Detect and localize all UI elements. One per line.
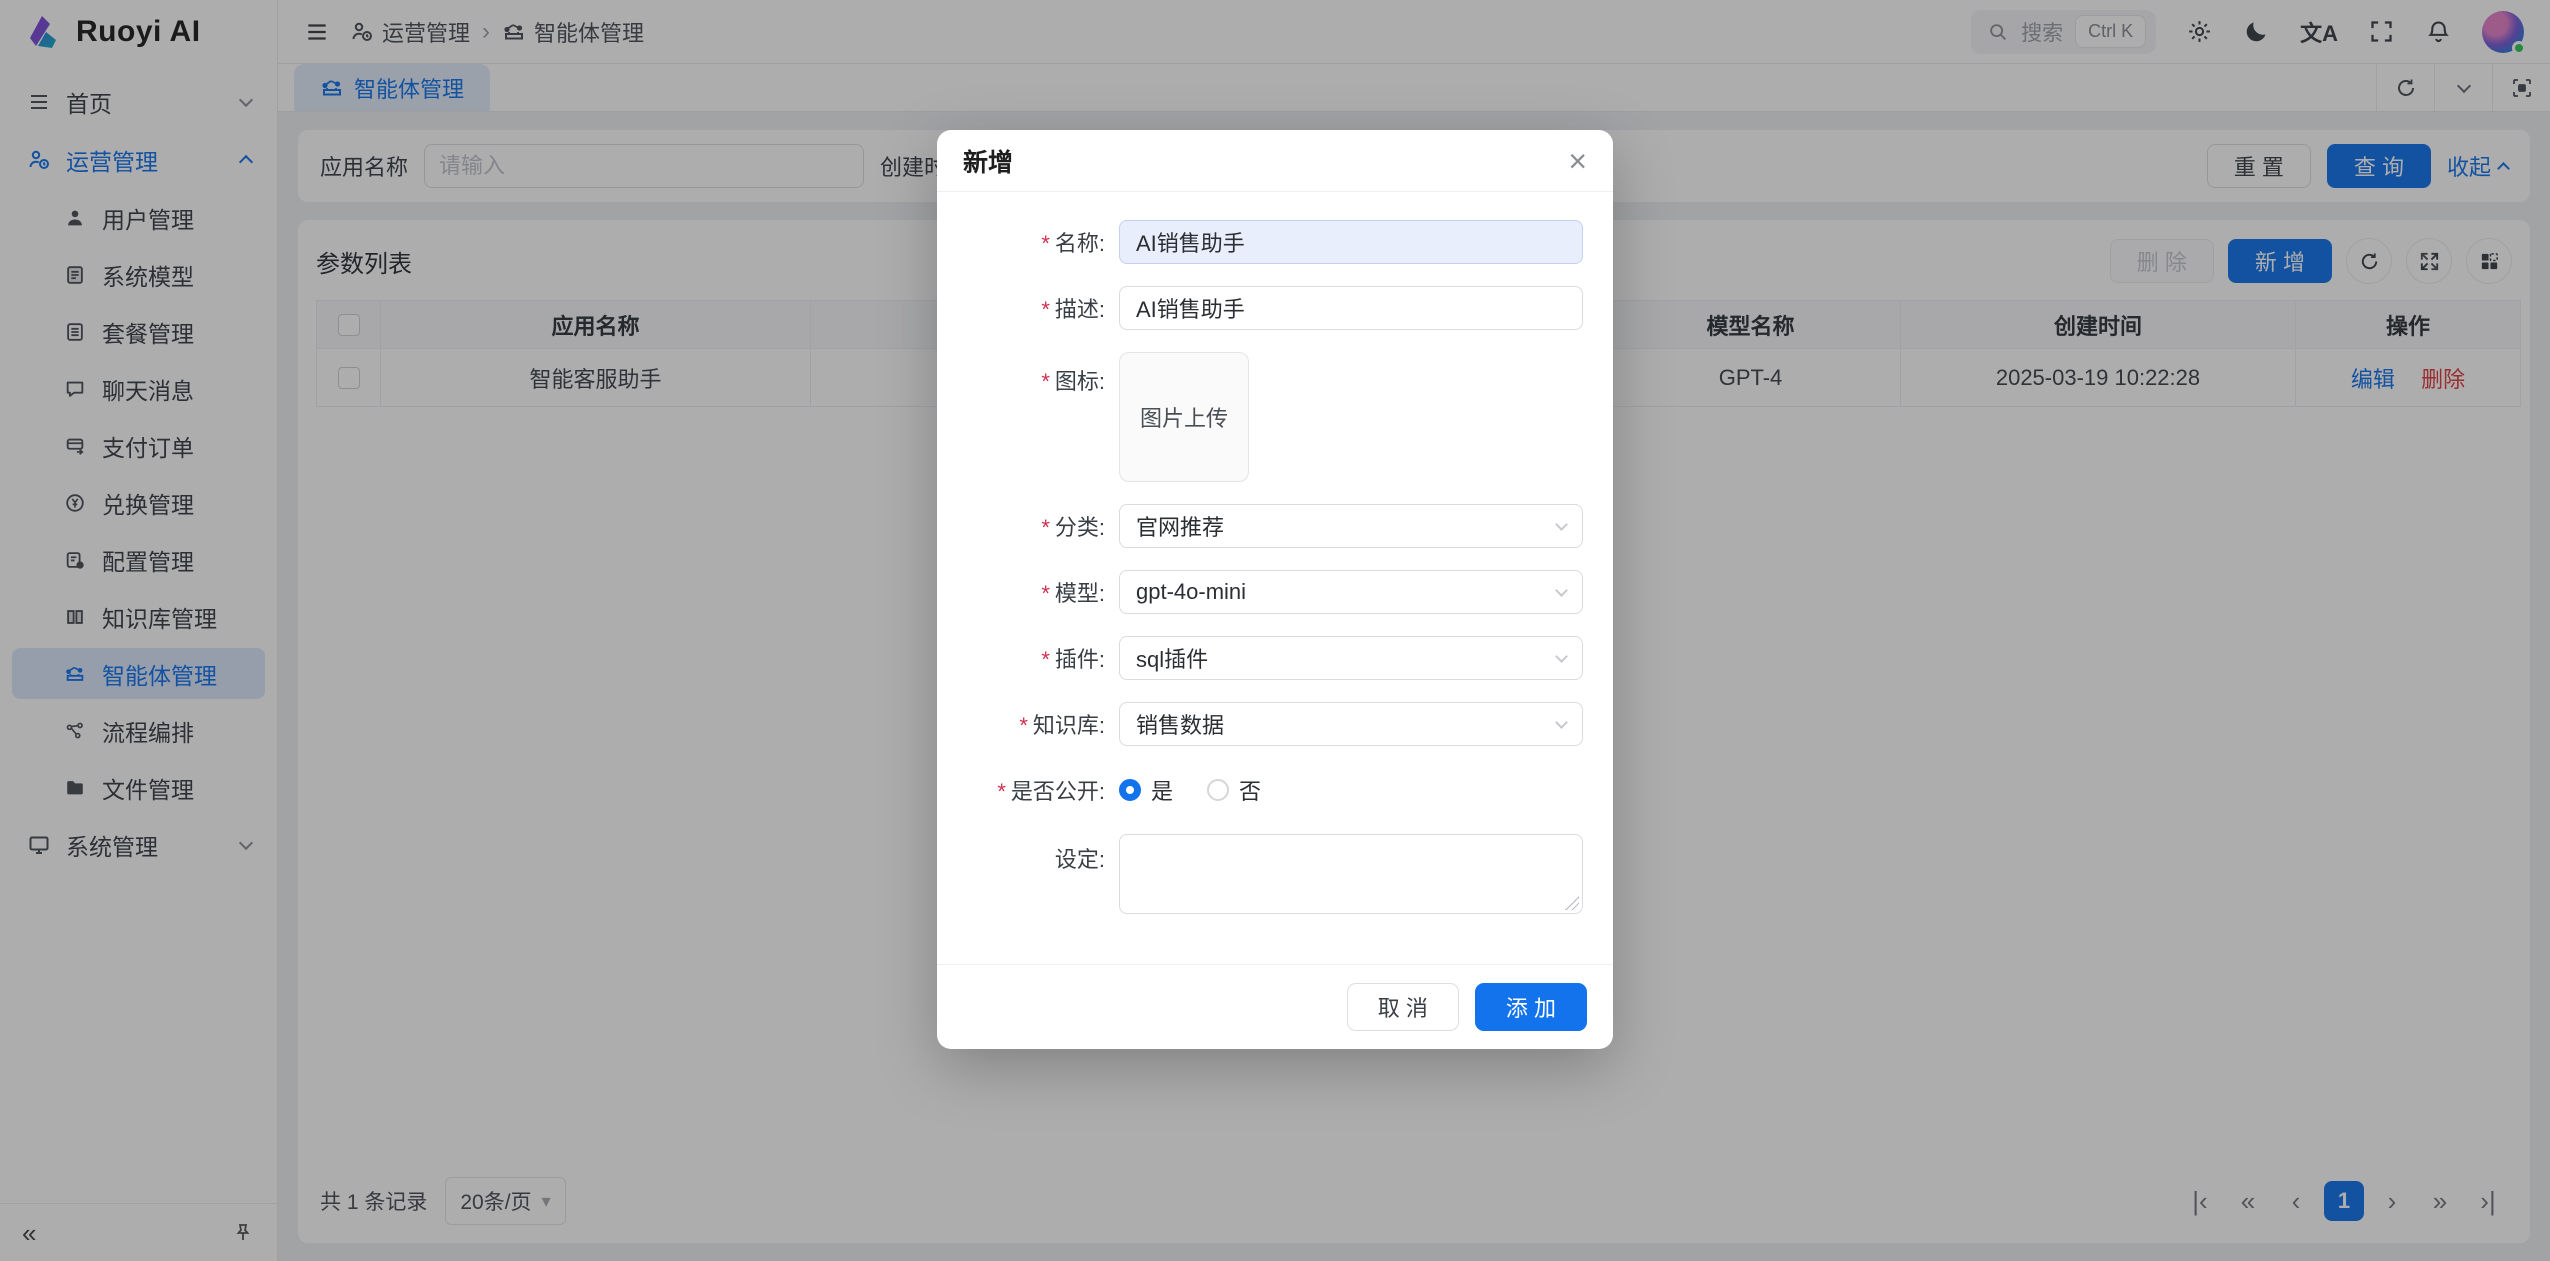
chevron-down-icon xyxy=(1555,650,1568,663)
close-icon[interactable]: × xyxy=(1568,145,1587,177)
radio-selected-icon xyxy=(1119,779,1141,801)
radio-yes-label: 是 xyxy=(1151,774,1173,806)
public-yes-radio[interactable]: 是 xyxy=(1119,774,1173,806)
plugin-select[interactable]: sql插件 xyxy=(1119,636,1583,680)
image-upload-button[interactable]: 图片上传 xyxy=(1119,352,1249,482)
name-input[interactable] xyxy=(1119,220,1583,264)
plugin-field-row: *插件: sql插件 xyxy=(937,636,1583,680)
model-field-row: *模型: gpt-4o-mini xyxy=(937,570,1583,614)
kb-field-label: *知识库: xyxy=(937,708,1119,740)
modal-header: 新增 × xyxy=(937,130,1613,192)
submit-add-button[interactable]: 添 加 xyxy=(1475,983,1587,1031)
radio-unselected-icon xyxy=(1207,779,1229,801)
public-no-radio[interactable]: 否 xyxy=(1207,774,1261,806)
required-mark: * xyxy=(1041,297,1050,322)
modal-body: *名称: *描述: *图标: 图片上传 *分类: 官网推荐 xyxy=(937,192,1613,938)
chevron-down-icon xyxy=(1555,584,1568,597)
setting-textarea[interactable] xyxy=(1119,834,1583,914)
required-mark: * xyxy=(997,779,1006,804)
desc-field-row: *描述: xyxy=(937,286,1583,330)
resize-grip-icon[interactable] xyxy=(1565,896,1579,910)
modal-footer: 取 消 添 加 xyxy=(937,964,1613,1049)
model-value: gpt-4o-mini xyxy=(1136,579,1246,605)
model-field-label: *模型: xyxy=(937,576,1119,608)
kb-field-row: *知识库: 销售数据 xyxy=(937,702,1583,746)
public-field-label: *是否公开: xyxy=(937,774,1119,806)
category-select[interactable]: 官网推荐 xyxy=(1119,504,1583,548)
icon-field-label: *图标: xyxy=(937,352,1119,396)
modal-title: 新增 xyxy=(963,143,1013,179)
add-agent-modal: 新增 × *名称: *描述: *图标: 图片上传 *分类: 官网推荐 xyxy=(937,130,1613,1049)
desc-input[interactable] xyxy=(1119,286,1583,330)
icon-field-row: *图标: 图片上传 xyxy=(937,352,1583,482)
required-mark: * xyxy=(1041,231,1050,256)
radio-no-label: 否 xyxy=(1239,774,1261,806)
category-field-label: *分类: xyxy=(937,510,1119,542)
category-field-row: *分类: 官网推荐 xyxy=(937,504,1583,548)
required-mark: * xyxy=(1041,581,1050,606)
upload-label: 图片上传 xyxy=(1140,401,1228,433)
setting-field-label: 设定: xyxy=(937,834,1119,874)
name-field-row: *名称: xyxy=(937,220,1583,264)
model-select[interactable]: gpt-4o-mini xyxy=(1119,570,1583,614)
name-field-label: *名称: xyxy=(937,226,1119,258)
public-radio-group: 是 否 xyxy=(1119,768,1583,812)
required-mark: * xyxy=(1019,713,1028,738)
kb-value: 销售数据 xyxy=(1136,708,1224,740)
required-mark: * xyxy=(1041,647,1050,672)
plugin-value: sql插件 xyxy=(1136,642,1208,674)
public-field-row: *是否公开: 是 否 xyxy=(937,768,1583,812)
chevron-down-icon xyxy=(1555,518,1568,531)
desc-field-label: *描述: xyxy=(937,292,1119,324)
knowledge-base-select[interactable]: 销售数据 xyxy=(1119,702,1583,746)
setting-field-row: 设定: xyxy=(937,834,1583,914)
required-mark: * xyxy=(1041,369,1050,394)
category-value: 官网推荐 xyxy=(1136,510,1224,542)
plugin-field-label: *插件: xyxy=(937,642,1119,674)
chevron-down-icon xyxy=(1555,716,1568,729)
cancel-button[interactable]: 取 消 xyxy=(1347,983,1459,1031)
required-mark: * xyxy=(1041,515,1050,540)
